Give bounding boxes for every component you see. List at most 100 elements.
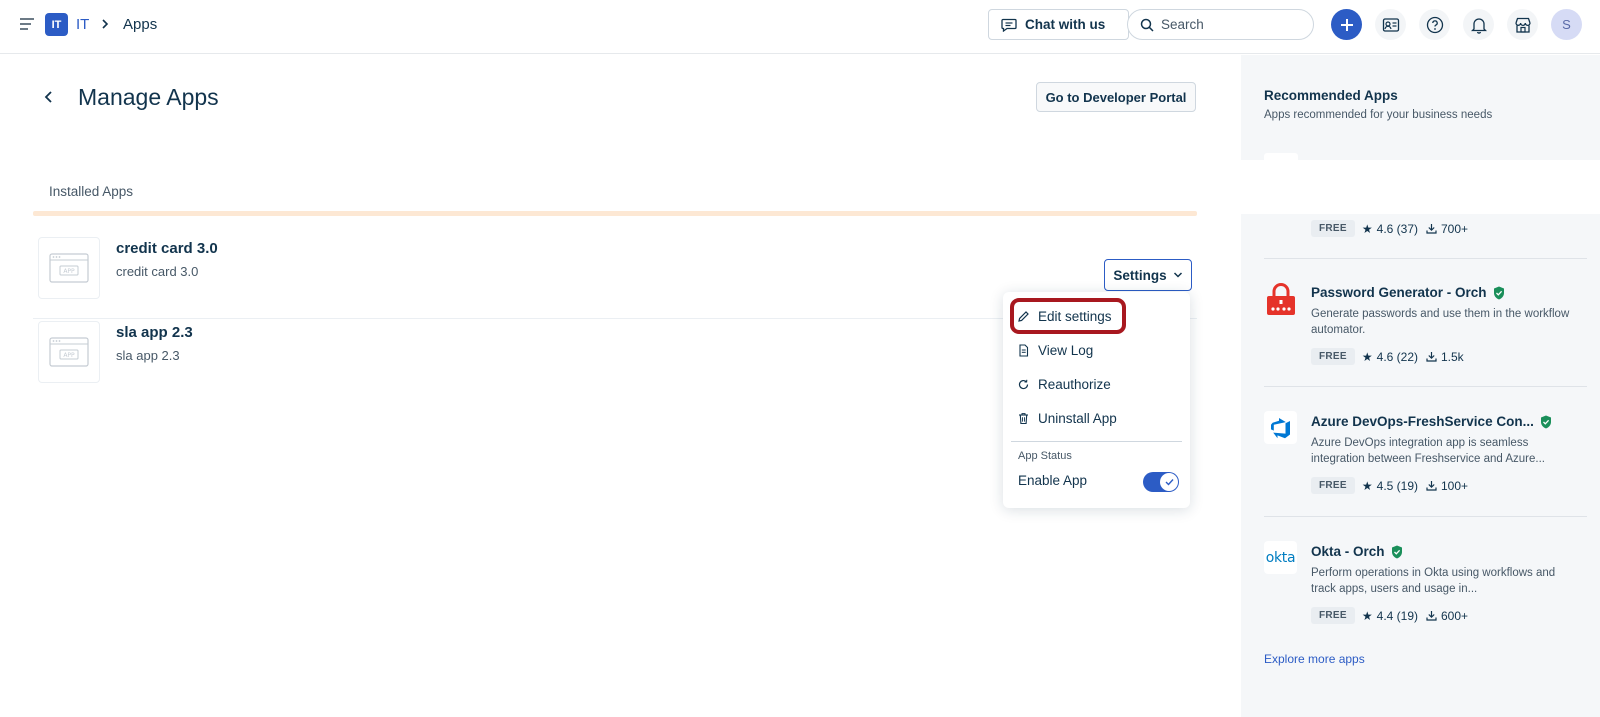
main-content: Manage Apps Go to Developer Portal Insta… bbox=[0, 55, 1241, 717]
free-badge: FREE bbox=[1311, 607, 1355, 624]
verified-badge-icon bbox=[1391, 545, 1402, 558]
rating: 4.6 (37) bbox=[1376, 221, 1418, 236]
chat-label: Chat with us bbox=[1025, 17, 1106, 32]
app-description: Perform operations in Okta using workflo… bbox=[1311, 567, 1556, 595]
recommended-app-card[interactable]: Password Generator - Orch Generate passw… bbox=[1264, 282, 1587, 392]
star-icon: ★ bbox=[1361, 349, 1373, 364]
help-icon bbox=[1426, 16, 1443, 33]
recommended-apps-title: Recommended Apps bbox=[1264, 88, 1398, 103]
app-placeholder-icon: APP bbox=[38, 321, 100, 383]
app-name: Okta - Orch bbox=[1311, 544, 1385, 559]
settings-label: Settings bbox=[1113, 267, 1167, 283]
view-log-item[interactable]: View Log bbox=[1017, 339, 1093, 361]
help-button[interactable] bbox=[1419, 9, 1450, 40]
enable-app-toggle[interactable] bbox=[1143, 472, 1179, 492]
app-name: credit card 3.0 bbox=[116, 240, 218, 257]
app-title: Azure DevOps-FreshService Con... bbox=[1311, 414, 1552, 429]
partial-app-meta: FREE ★ 4.6 (37) 700+ bbox=[1311, 220, 1468, 237]
installed-apps-label: Installed Apps bbox=[49, 184, 134, 199]
chevron-right-icon bbox=[102, 19, 109, 29]
downloads: 1.5k bbox=[1441, 349, 1464, 364]
star-icon: ★ bbox=[1361, 478, 1373, 493]
scroll-overlay-band bbox=[1241, 160, 1600, 214]
divider bbox=[1264, 258, 1587, 259]
chat-icon bbox=[1001, 18, 1017, 32]
app-placeholder-icon: APP bbox=[38, 237, 100, 299]
store-icon bbox=[1514, 17, 1531, 33]
notifications-button[interactable] bbox=[1463, 9, 1494, 40]
app-status-label: App Status bbox=[1018, 450, 1072, 462]
toggle-knob bbox=[1160, 473, 1178, 491]
downloads: 700+ bbox=[1441, 221, 1469, 236]
user-avatar[interactable]: S bbox=[1551, 9, 1582, 40]
workspace-badge[interactable]: IT bbox=[45, 13, 68, 36]
app-name: Password Generator - Orch bbox=[1311, 285, 1487, 300]
reauthorize-item[interactable]: Reauthorize bbox=[1017, 373, 1111, 395]
view-log-label: View Log bbox=[1038, 342, 1094, 358]
uninstall-app-item[interactable]: Uninstall App bbox=[1017, 407, 1117, 429]
settings-dropdown-button[interactable]: Settings bbox=[1104, 259, 1192, 291]
recommended-app-card[interactable]: okta Okta - Orch Perform operations in O… bbox=[1264, 541, 1587, 651]
chat-with-us-button[interactable]: Chat with us bbox=[988, 9, 1129, 40]
enable-app-label: Enable App bbox=[1018, 473, 1088, 488]
workspace-link[interactable]: IT bbox=[76, 16, 89, 33]
marketplace-button[interactable] bbox=[1507, 9, 1538, 40]
add-new-button[interactable] bbox=[1331, 9, 1362, 40]
settings-dropdown-menu: Edit settings View Log Reauthorize Unins… bbox=[1003, 292, 1190, 508]
free-badge: FREE bbox=[1311, 477, 1355, 494]
recommended-apps-subtitle: Apps recommended for your business needs bbox=[1264, 109, 1493, 121]
bell-icon bbox=[1470, 17, 1487, 34]
search-icon bbox=[1140, 18, 1154, 32]
developer-portal-button[interactable]: Go to Developer Portal bbox=[1036, 82, 1196, 112]
download-icon bbox=[1426, 611, 1437, 621]
app-meta: FREE ★ 4.4 (19) 600+ bbox=[1311, 607, 1468, 624]
search-input[interactable] bbox=[1161, 17, 1301, 32]
app-subtitle: sla app 2.3 bbox=[116, 348, 180, 363]
app-subtitle: credit card 3.0 bbox=[116, 264, 199, 279]
download-icon bbox=[1426, 481, 1437, 491]
document-icon bbox=[1019, 343, 1029, 357]
section-accent-line bbox=[33, 211, 1197, 216]
downloads: 600+ bbox=[1441, 608, 1469, 623]
edit-settings-item[interactable]: Edit settings bbox=[1017, 305, 1112, 327]
app-title: Okta - Orch bbox=[1311, 544, 1403, 559]
app-name: Azure DevOps-FreshService Con... bbox=[1311, 414, 1534, 429]
rating: 4.6 (22) bbox=[1376, 349, 1418, 364]
search-box[interactable] bbox=[1127, 9, 1314, 40]
app-meta: FREE ★ 4.6 (22) 1.5k bbox=[1311, 348, 1464, 365]
verified-badge-icon bbox=[1493, 286, 1504, 299]
dropdown-divider bbox=[1011, 441, 1182, 442]
back-arrow-icon[interactable] bbox=[40, 88, 58, 106]
star-icon: ★ bbox=[1361, 221, 1373, 236]
partial-app-icon bbox=[1264, 153, 1298, 160]
download-icon bbox=[1426, 224, 1437, 234]
svg-text:APP: APP bbox=[63, 268, 75, 275]
lock-icon bbox=[1264, 282, 1297, 315]
divider bbox=[1264, 386, 1587, 387]
svg-text:APP: APP bbox=[63, 352, 75, 359]
free-badge: FREE bbox=[1311, 348, 1355, 365]
app-description: Azure DevOps integration app is seamless… bbox=[1311, 437, 1545, 465]
recommended-app-card[interactable]: Azure DevOps-FreshService Con... Azure D… bbox=[1264, 411, 1587, 521]
contacts-button[interactable] bbox=[1375, 9, 1406, 40]
app-name: sla app 2.3 bbox=[116, 324, 193, 341]
top-bar: IT IT Apps Chat with us Search S bbox=[0, 0, 1600, 54]
download-icon bbox=[1426, 352, 1437, 362]
azure-devops-icon bbox=[1264, 411, 1297, 444]
star-icon: ★ bbox=[1361, 608, 1373, 623]
uninstall-app-label: Uninstall App bbox=[1038, 410, 1117, 426]
rating: 4.4 (19) bbox=[1376, 608, 1418, 623]
okta-logo-icon: okta bbox=[1264, 541, 1297, 574]
pencil-icon bbox=[1018, 310, 1029, 322]
rating: 4.5 (19) bbox=[1376, 478, 1418, 493]
contact-card-icon bbox=[1382, 17, 1399, 32]
explore-more-apps-link[interactable]: Explore more apps bbox=[1264, 652, 1365, 666]
trash-icon bbox=[1019, 412, 1028, 424]
recommended-apps-panel: Recommended Apps Apps recommended for yo… bbox=[1241, 55, 1600, 717]
menu-icon[interactable] bbox=[18, 15, 36, 33]
verified-badge-icon bbox=[1540, 415, 1551, 428]
divider bbox=[1264, 516, 1587, 517]
plus-icon bbox=[1340, 18, 1353, 31]
app-title: Password Generator - Orch bbox=[1311, 285, 1505, 300]
breadcrumb-current: Apps bbox=[123, 16, 158, 33]
